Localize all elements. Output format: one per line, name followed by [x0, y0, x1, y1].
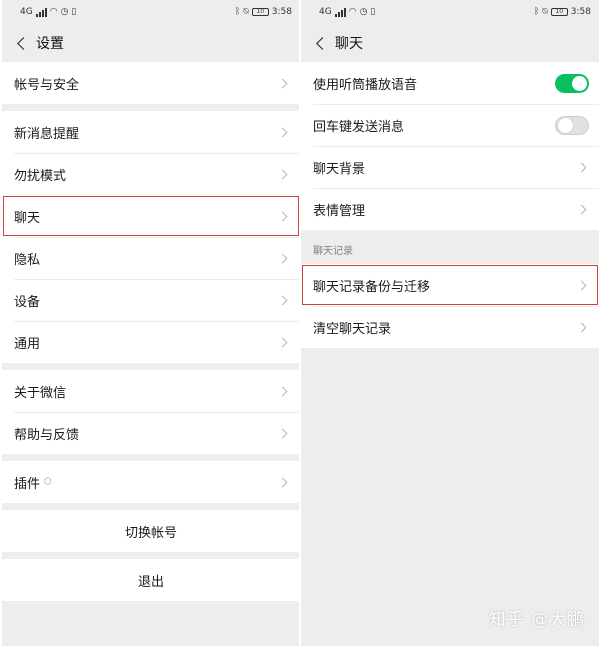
- chevron-right-icon: [277, 477, 288, 487]
- chevron-right-icon: [277, 428, 288, 438]
- chevron-right-icon: [576, 162, 587, 172]
- signal-icon: [334, 7, 346, 17]
- chat-item-background[interactable]: 聊天背景: [301, 146, 599, 188]
- settings-screen: 4G ◠ ◷ ▯ ᛒ ⍉ 10 3:58 设置 帐号与安全 新消息提醒 勿扰模式: [2, 0, 300, 646]
- back-arrow-icon[interactable]: [12, 34, 30, 52]
- chevron-right-icon: [277, 127, 288, 137]
- chevron-right-icon: [277, 78, 288, 88]
- chat-item-clear-history[interactable]: 清空聊天记录: [301, 306, 599, 348]
- sim-icon: ▯: [370, 7, 376, 17]
- settings-item-chat[interactable]: 聊天: [2, 195, 300, 237]
- chat-options-group: 使用听筒播放语音 回车键发送消息 聊天背景 表情管理: [301, 62, 599, 230]
- settings-item-account[interactable]: 帐号与安全: [2, 62, 300, 104]
- page-title: 聊天: [335, 36, 363, 52]
- signal-icon: [35, 7, 47, 17]
- chat-settings-screen: 4G ◠ ◷ ▯ ᛒ ⍉ 10 3:58 聊天 使用听筒播放语音 回车键发送消息…: [301, 0, 599, 646]
- shield-icon: ⬡: [44, 477, 52, 487]
- chevron-right-icon: [277, 337, 288, 347]
- main-settings-group: 新消息提醒 勿扰模式 聊天 隐私 设备 通用: [2, 111, 300, 363]
- mute-icon: ⍉: [243, 7, 249, 17]
- chevron-right-icon: [576, 204, 587, 214]
- clock: 3:58: [570, 7, 591, 17]
- alarm-icon: ◷: [60, 7, 69, 17]
- chat-item-backup-migrate[interactable]: 聊天记录备份与迁移: [301, 264, 599, 306]
- watermark: 知乎 @大鹏: [488, 610, 585, 630]
- chevron-right-icon: [277, 169, 288, 179]
- account-group: 帐号与安全: [2, 62, 300, 104]
- chevron-right-icon: [277, 295, 288, 305]
- mute-icon: ⍉: [542, 7, 548, 17]
- bluetooth-icon: ᛒ: [234, 7, 241, 17]
- back-arrow-icon[interactable]: [311, 34, 329, 52]
- earpiece-toggle[interactable]: [555, 73, 589, 93]
- about-group: 关于微信 帮助与反馈: [2, 370, 300, 454]
- chevron-right-icon: [576, 322, 587, 332]
- settings-item-general[interactable]: 通用: [2, 321, 300, 363]
- settings-item-devices[interactable]: 设备: [2, 279, 300, 321]
- chat-item-earpiece: 使用听筒播放语音: [301, 62, 599, 104]
- enter-send-toggle[interactable]: [555, 115, 589, 135]
- bluetooth-icon: ᛒ: [533, 7, 540, 17]
- chevron-right-icon: [277, 211, 288, 221]
- alarm-icon: ◷: [359, 7, 368, 17]
- sim-icon: ▯: [71, 7, 77, 17]
- chat-item-stickers[interactable]: 表情管理: [301, 188, 599, 230]
- chat-history-group: 聊天记录备份与迁移 清空聊天记录: [301, 264, 599, 348]
- page-title: 设置: [36, 36, 64, 52]
- plugins-label: 插件: [14, 476, 41, 492]
- plugins-group: 插件 ⬡: [2, 461, 300, 503]
- battery-icon: 10: [550, 8, 568, 16]
- logout-button[interactable]: 退出: [2, 559, 300, 601]
- settings-item-privacy[interactable]: 隐私: [2, 237, 300, 279]
- network-type: 4G: [319, 7, 332, 17]
- status-bar: 4G ◠ ◷ ▯ ᛒ ⍉ 10 3:58: [301, 0, 599, 24]
- wifi-icon: ◠: [49, 7, 58, 17]
- settings-item-dnd[interactable]: 勿扰模式: [2, 153, 300, 195]
- settings-item-about[interactable]: 关于微信: [2, 370, 300, 412]
- settings-item-notifications[interactable]: 新消息提醒: [2, 111, 300, 153]
- status-bar: 4G ◠ ◷ ▯ ᛒ ⍉ 10 3:58: [2, 0, 300, 24]
- nav-bar: 设置: [2, 24, 300, 62]
- settings-item-help[interactable]: 帮助与反馈: [2, 412, 300, 454]
- battery-icon: 10: [251, 8, 269, 16]
- chat-history-section-header: 聊天记录: [313, 246, 353, 257]
- network-type: 4G: [20, 7, 33, 17]
- switch-account-button[interactable]: 切换帐号: [2, 510, 300, 552]
- wifi-icon: ◠: [348, 7, 357, 17]
- chevron-right-icon: [277, 386, 288, 396]
- settings-item-plugins[interactable]: 插件 ⬡: [2, 461, 300, 503]
- chevron-right-icon: [576, 280, 587, 290]
- chevron-right-icon: [277, 253, 288, 263]
- chat-item-enter-send: 回车键发送消息: [301, 104, 599, 146]
- nav-bar: 聊天: [301, 24, 599, 62]
- clock: 3:58: [271, 7, 292, 17]
